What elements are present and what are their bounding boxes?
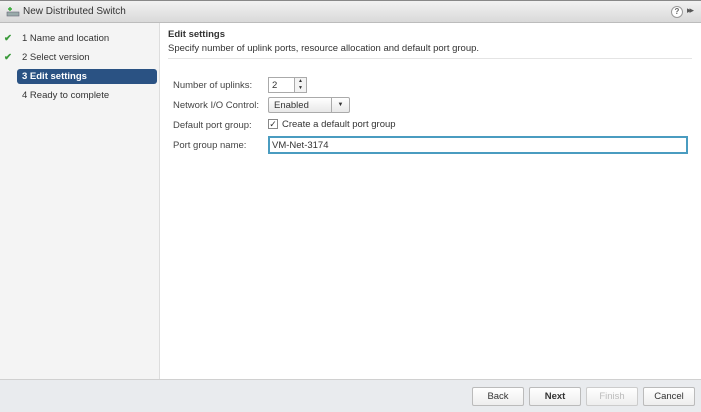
check-icon: ✔ — [4, 52, 12, 63]
stepper-arrows-icon[interactable]: ▲ ▼ — [294, 78, 306, 92]
nioc-value: Enabled — [274, 100, 309, 111]
back-button[interactable]: Back — [472, 387, 524, 406]
chevron-down-icon: ▼ — [331, 98, 349, 112]
window-title: New Distributed Switch — [23, 6, 126, 17]
finish-button: Finish — [586, 387, 638, 406]
help-icon[interactable]: ? — [671, 6, 683, 18]
uplinks-value: 2 — [272, 80, 278, 91]
cancel-button[interactable]: Cancel — [643, 387, 695, 406]
page-subtitle: Specify number of uplink ports, resource… — [168, 43, 480, 54]
step-ready-to-complete[interactable]: 4 Ready to complete — [17, 88, 157, 103]
default-pg-label: Default port group: — [173, 120, 252, 131]
pg-name-label: Port group name: — [173, 140, 247, 151]
step-label: 4 Ready to complete — [22, 90, 110, 101]
check-icon: ✔ — [4, 33, 12, 44]
step-label: 3 Edit settings — [22, 71, 87, 82]
next-button[interactable]: Next — [529, 387, 581, 406]
divider — [168, 58, 692, 59]
default-pg-checkbox-label[interactable]: Create a default port group — [282, 119, 396, 130]
step-edit-settings[interactable]: 3 Edit settings — [17, 69, 157, 84]
uplinks-label: Number of uplinks: — [173, 80, 253, 91]
distributed-switch-icon — [6, 7, 20, 17]
title-bar: New Distributed Switch ? ▸▸ — [0, 0, 701, 23]
wizard-footer: Back Next Finish Cancel — [0, 379, 701, 412]
uplinks-stepper[interactable]: 2 ▲ ▼ — [268, 77, 307, 93]
step-label: 2 Select version — [22, 52, 90, 63]
nioc-select[interactable]: Enabled ▼ — [268, 97, 350, 113]
default-pg-checkbox[interactable]: ✓ — [268, 119, 278, 129]
pg-name-input[interactable]: VM-Net-3174 — [268, 136, 688, 154]
expand-icon[interactable]: ▸▸ — [687, 5, 694, 16]
wizard-steps: ✔ 1 Name and location ✔ 2 Select version 3… — [0, 23, 160, 379]
main-panel: Edit settings Specify number of uplink p… — [161, 23, 701, 379]
step-label: 1 Name and location — [22, 33, 110, 44]
step-select-version[interactable]: ✔ 2 Select version — [4, 50, 157, 65]
page-title: Edit settings — [168, 29, 226, 40]
nioc-label: Network I/O Control: — [173, 100, 260, 111]
step-name-and-location[interactable]: ✔ 1 Name and location — [4, 31, 157, 46]
